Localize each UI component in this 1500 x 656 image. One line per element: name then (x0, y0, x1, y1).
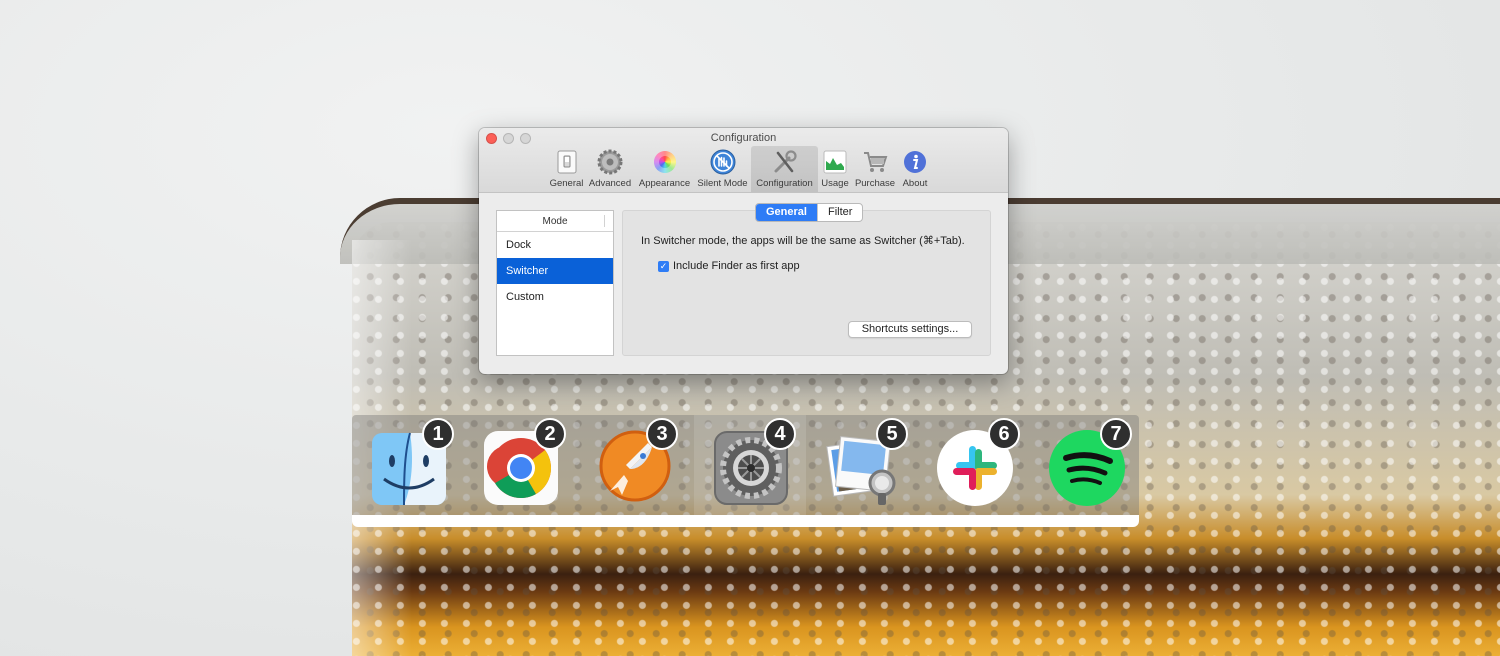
app-switcher-bar: 1 2 3 4 5 6 7 (352, 415, 1139, 515)
tab-general-settings[interactable]: General (756, 204, 817, 221)
color-wheel-icon (652, 149, 678, 175)
panel-tabs: General Filter (755, 203, 864, 222)
switcher-app-rocket[interactable]: 3 (576, 415, 688, 515)
tab-filter[interactable]: Filter (816, 204, 862, 221)
tab-advanced[interactable]: Advanced (585, 146, 635, 192)
app-number-badge: 6 (988, 418, 1020, 450)
app-number-badge: 2 (534, 418, 566, 450)
tab-purchase[interactable]: Purchase (852, 146, 898, 192)
switcher-app-preview[interactable]: 5 (806, 415, 918, 515)
configuration-window: Configuration General Advanced Appearanc… (479, 128, 1008, 374)
switcher-app-chrome[interactable]: 2 (464, 415, 576, 515)
window-titlebar[interactable]: Configuration General Advanced Appearanc… (479, 128, 1008, 193)
mode-description: In Switcher mode, the apps will be the s… (641, 235, 965, 247)
include-finder-option[interactable]: ✓ Include Finder as first app (658, 260, 800, 272)
hand-stop-icon (710, 149, 736, 175)
app-number-badge: 7 (1100, 418, 1132, 450)
preferences-toolbar: General Advanced Appearance Silent Mode (548, 146, 932, 192)
shortcuts-settings-button[interactable]: Shortcuts settings... (848, 321, 972, 338)
include-finder-checkbox[interactable]: ✓ (658, 260, 669, 272)
mode-table: Mode Dock Switcher Custom (496, 210, 614, 356)
gear-icon (597, 149, 623, 175)
info-icon (902, 149, 928, 175)
window-title: Configuration (710, 132, 777, 144)
switch-icon (554, 149, 580, 175)
tab-about[interactable]: About (898, 146, 932, 192)
switcher-app-spotify[interactable]: 7 (1030, 415, 1142, 515)
settings-panel: General Filter In Switcher mode, the app… (622, 203, 991, 356)
switcher-app-system-preferences[interactable]: 4 (694, 415, 806, 515)
app-number-badge: 1 (422, 418, 454, 450)
tab-general[interactable]: General (548, 146, 585, 192)
app-number-badge: 3 (646, 418, 678, 450)
mode-table-header: Mode (497, 211, 613, 232)
mode-row-custom[interactable]: Custom (497, 284, 613, 310)
mode-row-dock[interactable]: Dock (497, 232, 613, 258)
cart-icon (862, 149, 888, 175)
chart-icon (822, 149, 848, 175)
tab-usage[interactable]: Usage (818, 146, 852, 192)
switcher-app-slack[interactable]: 6 (918, 415, 1030, 515)
tools-icon (772, 149, 798, 175)
app-number-badge: 5 (876, 418, 908, 450)
mode-row-switcher[interactable]: Switcher (497, 258, 613, 284)
app-number-badge: 4 (764, 418, 796, 450)
app-switcher-footer (352, 515, 1139, 527)
tab-silent-mode[interactable]: Silent Mode (694, 146, 751, 192)
tab-appearance[interactable]: Appearance (635, 146, 694, 192)
configuration-content: Mode Dock Switcher Custom General Filter… (479, 193, 1008, 374)
switcher-app-finder[interactable]: 1 (352, 415, 464, 515)
tab-configuration[interactable]: Configuration (751, 146, 818, 192)
include-finder-label: Include Finder as first app (673, 260, 800, 272)
